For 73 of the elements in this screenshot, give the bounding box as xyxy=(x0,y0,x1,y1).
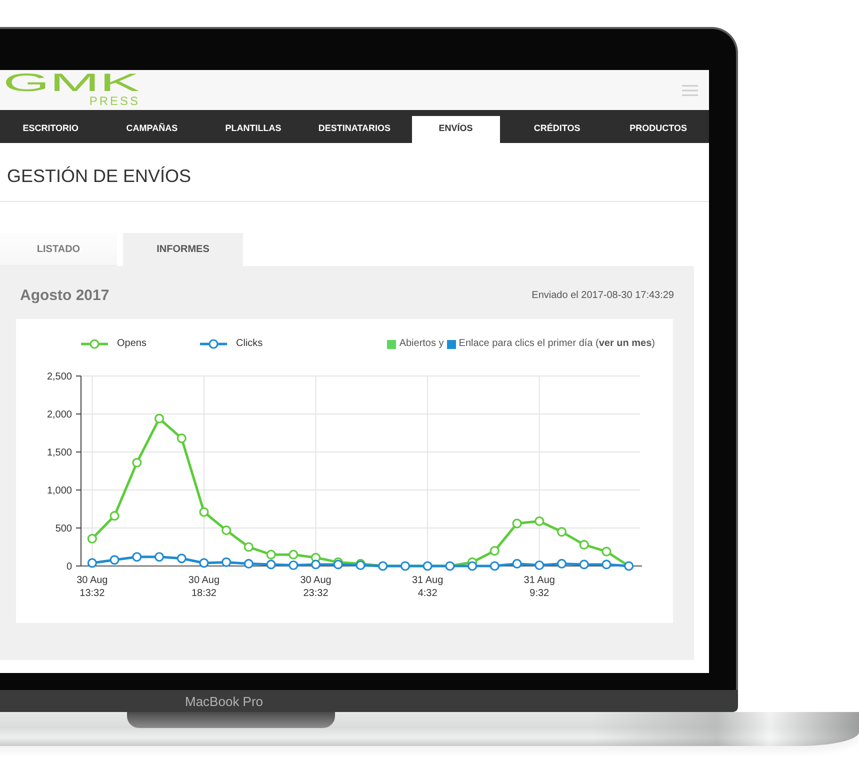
data-point xyxy=(110,555,120,565)
data-point xyxy=(310,552,321,562)
data-point xyxy=(222,525,232,536)
nav-tab[interactable]: PRODUCTOS xyxy=(614,116,702,143)
data-point xyxy=(400,561,410,571)
data-point xyxy=(490,561,500,571)
data-point xyxy=(579,540,589,550)
data-point xyxy=(556,527,567,537)
data-point xyxy=(512,518,522,528)
legend-label: Clicks xyxy=(236,337,263,351)
data-point xyxy=(602,546,612,556)
data-point xyxy=(176,554,186,564)
axis-label: 500 xyxy=(55,524,72,534)
data-point xyxy=(222,557,232,567)
data-point xyxy=(534,560,544,570)
data-point xyxy=(244,558,254,569)
axis-label: 30 Aug 23:32 xyxy=(299,574,332,600)
data-point xyxy=(422,561,432,571)
data-point xyxy=(132,458,142,468)
page-title: GESTIÓN DE ENVÍOS xyxy=(7,165,192,187)
nav-tab[interactable]: PLANTILLAS xyxy=(209,116,298,143)
data-point xyxy=(266,550,276,560)
data-point xyxy=(154,552,164,562)
axis-label: 1,500 xyxy=(46,448,72,458)
data-point xyxy=(87,534,97,544)
data-point xyxy=(512,558,522,569)
legend-marker-icon xyxy=(200,339,227,349)
legend-label: Enlace para clics el primer día (ver un mes) xyxy=(458,337,655,351)
data-point xyxy=(445,561,455,571)
data-point xyxy=(468,561,478,571)
data-point xyxy=(176,434,186,444)
nav-tab[interactable]: CRÉDITOS xyxy=(513,116,602,143)
data-point xyxy=(154,414,164,424)
device-label: MacBook Pro xyxy=(185,694,264,708)
axis-label: 31 Aug 4:32 xyxy=(411,574,444,600)
data-point xyxy=(310,560,321,570)
nav-tab[interactable]: ESCRITORIO xyxy=(6,116,95,143)
menu-icon[interactable] xyxy=(682,85,698,96)
axis-label: 2,000 xyxy=(46,410,72,420)
data-point xyxy=(244,542,254,552)
data-point xyxy=(333,560,343,570)
data-point xyxy=(199,507,209,517)
data-point xyxy=(490,546,500,556)
data-point xyxy=(132,552,142,562)
data-point xyxy=(624,561,634,571)
tab[interactable]: INFORMES xyxy=(123,233,243,266)
logo-mark: GMK xyxy=(3,73,140,94)
legend-label: Abiertos y xyxy=(399,337,444,351)
logo-tagline: PRESS xyxy=(89,95,140,107)
axis-label: 0 xyxy=(66,562,72,572)
legend-marker-icon xyxy=(81,339,108,349)
axis-label: 2,500 xyxy=(46,372,72,382)
data-point xyxy=(110,511,120,521)
data-point xyxy=(199,558,209,568)
axis-label: 30 Aug 13:32 xyxy=(76,574,109,600)
data-point xyxy=(534,516,544,526)
legend-label: Opens xyxy=(117,337,146,351)
axis-label: 30 Aug 18:32 xyxy=(187,574,221,600)
nav-tab[interactable]: DESTINATARIOS xyxy=(310,116,398,143)
data-point xyxy=(266,560,276,570)
nav-tab[interactable]: CAMPAÑAS xyxy=(108,116,196,143)
data-point xyxy=(288,560,298,570)
nav-tab[interactable]: ENVÍOS xyxy=(412,116,500,143)
data-point xyxy=(378,561,388,571)
data-point xyxy=(556,558,567,569)
report-title: Agosto 2017 xyxy=(20,286,110,304)
data-point xyxy=(87,558,97,568)
sent-date: Enviado el 2017-08-30 17:43:29 xyxy=(532,290,674,300)
axis-label: 31 Aug 9:32 xyxy=(522,574,556,600)
data-point xyxy=(579,560,589,570)
data-point xyxy=(602,560,612,570)
axis-label: 1,000 xyxy=(46,486,72,496)
data-point xyxy=(288,550,298,560)
